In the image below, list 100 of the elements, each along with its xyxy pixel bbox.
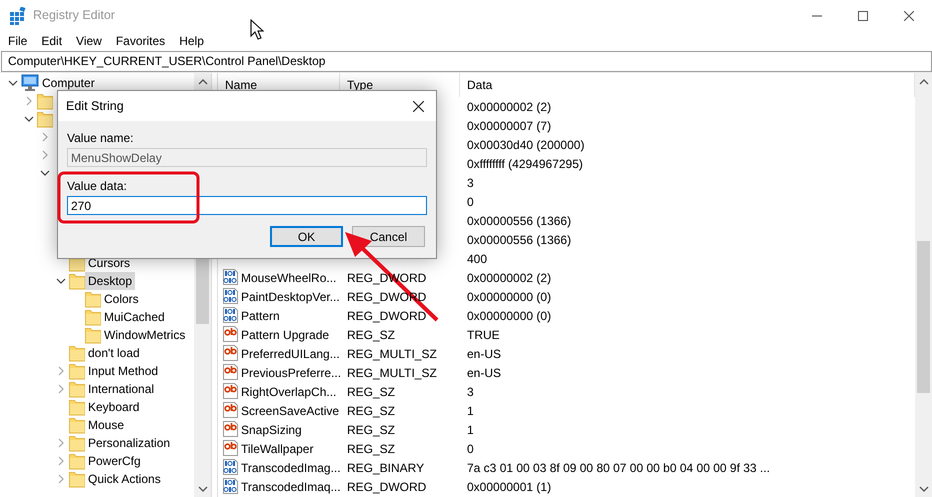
close-icon	[904, 10, 914, 20]
tree-item[interactable]: PowerCfg	[85, 452, 144, 470]
expand-chevron-icon[interactable]	[41, 150, 49, 160]
menu-item[interactable]: View	[69, 32, 109, 50]
folder-icon	[69, 434, 85, 452]
value-type: REG_MULTI_SZ	[347, 366, 437, 380]
tree-item[interactable]: MuiCached	[101, 308, 168, 326]
value-name[interactable]: ScreenSaveActive	[241, 402, 340, 420]
menu-item[interactable]: Favorites	[108, 32, 172, 50]
tree-item[interactable]: Mouse	[85, 416, 128, 434]
value-name[interactable]: PreferredUILang...	[241, 344, 340, 362]
value-type: REG_SZ	[347, 328, 396, 342]
scroll-up-icon[interactable]	[198, 78, 208, 84]
binary-value-icon	[223, 478, 239, 495]
value-data: 0x00000556 (1366)	[467, 214, 572, 228]
string-value-icon	[223, 421, 239, 438]
collapse-chevron-icon[interactable]	[40, 169, 50, 177]
binary-value-icon	[223, 269, 239, 286]
string-value-icon	[223, 440, 239, 457]
scroll-down-icon[interactable]	[198, 486, 208, 492]
value-data: 3	[467, 176, 474, 190]
folder-icon	[69, 398, 85, 416]
value-name[interactable]: TranscodedImaq...	[241, 478, 341, 496]
value-data: 0x00000001 (1)	[467, 480, 552, 494]
value-type: REG_BINARY	[347, 460, 424, 474]
tree-item[interactable]: Quick Actions	[85, 470, 164, 488]
app-icon	[9, 6, 26, 24]
folder-icon	[85, 290, 101, 308]
value-data: 0x00000007 (7)	[467, 118, 552, 132]
menu-item[interactable]: Edit	[34, 32, 70, 50]
scroll-up-icon[interactable]	[918, 78, 928, 84]
folder-icon	[69, 416, 85, 434]
menu-item[interactable]: Help	[172, 32, 211, 50]
tree-item[interactable]: Input Method	[85, 362, 162, 380]
value-name[interactable]: TileWallpaper	[241, 440, 314, 458]
value-data: 0x00030d40 (200000)	[467, 138, 584, 152]
tree-item[interactable]: Colors	[101, 290, 142, 308]
value-data: en-US	[467, 346, 502, 360]
value-data: 0xffffffff (4294967295)	[467, 156, 583, 170]
value-name[interactable]: Pattern Upgrade	[241, 326, 330, 344]
field-label: Value data:	[67, 178, 128, 194]
folder-icon	[69, 272, 85, 290]
string-value-icon	[223, 345, 239, 362]
value-name[interactable]: TranscodedImag...	[241, 458, 341, 476]
value-data: 3	[467, 384, 474, 398]
value-data: 0x00000556 (1366)	[467, 232, 572, 246]
value-type: REG_SZ	[347, 384, 396, 398]
value-type: REG_DWORD	[347, 308, 426, 322]
folder-icon	[69, 452, 85, 470]
folder-icon	[85, 308, 101, 326]
window-title: Registry Editor	[33, 7, 115, 24]
value-name[interactable]: Pattern	[241, 306, 280, 324]
folder-icon	[37, 110, 53, 128]
value-name[interactable]: SnapSizing	[241, 420, 302, 438]
value-data: 0x00000002 (2)	[467, 270, 552, 284]
scrollbar-thumb[interactable]	[917, 241, 930, 393]
string-value-icon	[223, 383, 239, 400]
collapse-chevron-icon[interactable]	[56, 277, 66, 285]
maximize-icon	[858, 10, 868, 20]
value-name[interactable]: PreviousPreferre...	[241, 364, 342, 382]
value-data: 0x00000002 (2)	[467, 100, 552, 114]
tree-item[interactable]: Personalization	[85, 434, 174, 452]
value-name[interactable]: PaintDesktopVer...	[241, 288, 340, 306]
folder-icon	[69, 470, 85, 488]
value-data: 7a c3 01 00 03 8f 09 00 80 07 00 00 b0 04 00 00 9f 33 ...	[467, 460, 770, 474]
menu-item[interactable]: File	[1, 32, 34, 50]
value-type: REG_DWORD	[347, 480, 426, 494]
value-data: en-US	[467, 366, 502, 380]
value-data: 1	[467, 404, 474, 418]
value-name[interactable]: MouseWheelRo...	[241, 268, 336, 286]
tree-item[interactable]: Keyboard	[85, 398, 142, 416]
binary-value-icon	[223, 459, 239, 476]
collapse-chevron-icon[interactable]	[8, 79, 18, 87]
address-bar[interactable]: Computer\HKEY_CURRENT_USER\Control Panel\Desktop	[1, 51, 932, 72]
string-value-icon	[223, 402, 239, 419]
value-data: 0x00000000 (0)	[467, 290, 552, 304]
value-data: 0	[467, 194, 474, 208]
dialog-button[interactable]: OK	[270, 226, 343, 247]
tree-item[interactable]: Computer	[39, 74, 98, 92]
folder-icon	[37, 92, 53, 110]
scroll-down-icon[interactable]	[918, 486, 928, 492]
input-field[interactable]: 270	[67, 196, 427, 215]
folder-icon	[69, 362, 85, 380]
value-data: 0	[467, 442, 474, 456]
folder-icon	[69, 380, 85, 398]
value-name[interactable]: RightOverlapCh...	[241, 382, 336, 400]
expand-chevron-icon[interactable]	[41, 132, 49, 142]
binary-value-icon	[223, 288, 239, 305]
value-type: REG_SZ	[347, 442, 396, 456]
binary-value-icon	[223, 307, 239, 324]
string-value-icon	[223, 364, 239, 381]
tree-item[interactable]: International	[85, 380, 158, 398]
value-type: REG_SZ	[347, 404, 396, 418]
tree-item[interactable]: don't load	[85, 344, 143, 362]
tree-item[interactable]: WindowMetrics	[101, 326, 188, 344]
value-data: TRUE	[467, 328, 500, 342]
value-data: 1	[467, 422, 474, 436]
collapse-chevron-icon[interactable]	[24, 115, 34, 123]
tree-item[interactable]: Desktop	[85, 272, 136, 290]
computer-icon	[21, 74, 39, 92]
